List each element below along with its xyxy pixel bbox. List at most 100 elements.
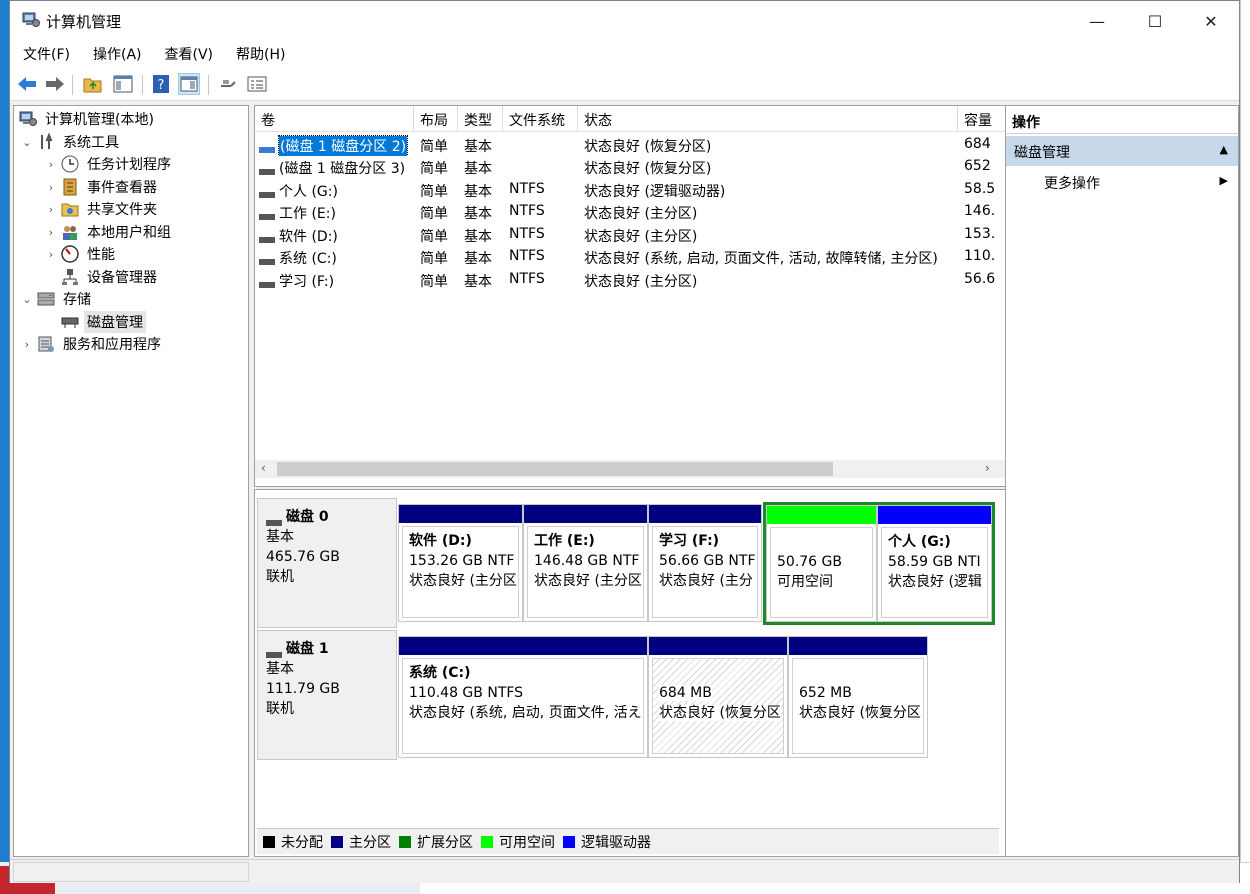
column-header-filesystem[interactable]: 文件系统 [503, 106, 578, 132]
tree-item-local-users[interactable]: › 本地用户和组 [44, 221, 174, 243]
chevron-right-icon[interactable]: › [44, 226, 58, 239]
volume-capacity: 153. [964, 226, 996, 242]
tools-icon [36, 133, 56, 151]
partition-color-bar [399, 637, 647, 655]
partition-block[interactable]: 工作 (E:) 146.48 GB NTF 状态良好 (主分区 [523, 504, 648, 622]
partition-block[interactable]: 系统 (C:) 110.48 GB NTFS 状态良好 (系统, 启动, 页面文件,… [398, 636, 648, 758]
partition-name: 工作 (E:) [534, 533, 595, 549]
tree-item-label: 事件查看器 [87, 180, 157, 196]
partition-block[interactable]: 652 MB 状态良好 (恢复分区 [788, 636, 928, 758]
partition-block[interactable]: 学习 (F:) 56.66 GB NTF 状态良好 (主分 [648, 504, 762, 622]
disk-icon [259, 164, 275, 175]
tree-item-system-tools[interactable]: ⌄ 系统工具 [20, 131, 122, 153]
partition-block[interactable]: 软件 (D:) 153.26 GB NTF 状态良好 (主分区 [398, 504, 523, 622]
tree-item-device-manager[interactable]: 设备管理器 [58, 266, 160, 288]
tree-item-event-viewer[interactable]: › 事件查看器 [44, 176, 160, 198]
menu-action[interactable]: 操作(A) [80, 41, 152, 67]
chevron-right-icon[interactable]: › [44, 158, 58, 171]
properties-icon[interactable] [246, 73, 268, 95]
column-header-layout[interactable]: 布局 [414, 106, 458, 132]
volume-row[interactable]: (磁盘 1 磁盘分区 2) 简单 基本 状态良好 (恢复分区) 684 [255, 134, 1005, 156]
show-hide-tree-icon[interactable] [112, 73, 134, 95]
column-header-type[interactable]: 类型 [458, 106, 503, 132]
chevron-down-icon[interactable]: ⌄ [20, 136, 34, 149]
volume-row[interactable]: 个人 (G:) 简单 基本 NTFS 状态良好 (逻辑驱动器) 58.5 [255, 179, 1005, 201]
collapse-up-icon[interactable]: ▲ [1220, 143, 1228, 156]
column-header-status[interactable]: 状态 [578, 106, 958, 132]
partition-block[interactable]: 50.76 GB 可用空间 [766, 505, 877, 622]
partition-block[interactable]: 684 MB 状态良好 (恢复分区 [648, 636, 788, 758]
disk-icon [266, 645, 282, 658]
menu-file[interactable]: 文件(F) [10, 41, 80, 67]
tree-item-disk-management[interactable]: 磁盘管理 [58, 311, 146, 333]
legend-label: 主分区 [349, 834, 391, 851]
volume-row[interactable]: 工作 (E:) 简单 基本 NTFS 状态良好 (主分区) 146. [255, 201, 1005, 223]
menu-bar: 文件(F) 操作(A) 查看(V) 帮助(H) [10, 41, 1239, 67]
horizontal-scrollbar[interactable]: ‹ › [255, 460, 1005, 478]
partition-status: 状态良好 (逻辑 [888, 574, 982, 590]
menu-help[interactable]: 帮助(H) [223, 41, 295, 67]
action-pane-icon[interactable] [178, 73, 200, 95]
storage-icon [36, 290, 56, 308]
volume-filesystem [503, 134, 578, 156]
tree-item-label: 磁盘管理 [84, 311, 146, 333]
disk-name: 磁盘 1 [286, 641, 329, 657]
chevron-down-icon[interactable]: ⌄ [20, 293, 34, 306]
connect-icon[interactable] [218, 73, 240, 95]
column-header-volume[interactable]: 卷 [255, 106, 414, 132]
volume-layout: 简单 [420, 139, 448, 155]
chevron-right-icon[interactable]: › [44, 248, 58, 261]
disk-graphical-view: 磁盘 0 基本 465.76 GB 联机 软件 (D:) 153.26 GB NT… [254, 489, 1006, 857]
volume-row[interactable]: 系统 (C:) 简单 基本 NTFS 状态良好 (系统, 启动, 页面文件, 活… [255, 246, 1005, 268]
scroll-left-icon[interactable]: ‹ [261, 461, 266, 475]
volume-capacity: 58.5 [964, 181, 996, 197]
volume-row[interactable]: (磁盘 1 磁盘分区 3) 简单 基本 状态良好 (恢复分区) 652 [255, 156, 1005, 178]
volume-row[interactable]: 学习 (F:) 简单 基本 NTFS 状态良好 (主分区) 56.6 [255, 269, 1005, 291]
desktop-background-right [1240, 0, 1250, 894]
volume-name: 个人 (G:) [279, 184, 338, 200]
legend-label: 逻辑驱动器 [581, 834, 651, 851]
volume-layout: 简单 [420, 251, 448, 267]
disk-status: 联机 [266, 701, 294, 717]
chevron-right-icon[interactable]: › [44, 203, 58, 216]
disk-management-pane: 卷 布局 类型 文件系统 状态 容量 (磁盘 1 磁盘分区 2) 简单 基本 状… [254, 105, 1006, 857]
back-arrow-icon[interactable] [16, 73, 38, 95]
volume-row[interactable]: 软件 (D:) 简单 基本 NTFS 状态良好 (主分区) 153. [255, 224, 1005, 246]
tree-item-services[interactable]: › 服务和应用程序 [20, 333, 164, 355]
close-button[interactable]: ✕ [1182, 1, 1240, 41]
chevron-right-icon[interactable]: › [20, 338, 34, 351]
tree-item-shared-folders[interactable]: › 共享文件夹 [44, 198, 160, 220]
more-actions-item[interactable]: 更多操作 ▶ [1006, 170, 1238, 194]
volume-status: 状态良好 (主分区) [584, 229, 698, 245]
status-bar [10, 859, 1239, 883]
partition-size: 153.26 GB NTF [409, 553, 515, 569]
partition-block[interactable]: 个人 (G:) 58.59 GB NTI 状态良好 (逻辑 [877, 505, 992, 622]
services-icon [36, 335, 56, 353]
minimize-button[interactable]: — [1068, 1, 1126, 41]
chevron-right-icon[interactable]: › [44, 181, 58, 194]
tree-item-storage[interactable]: ⌄ 存储 [20, 288, 94, 310]
actions-section-disk-management[interactable]: 磁盘管理 ▲ [1006, 136, 1238, 166]
tree-item-task-scheduler[interactable]: › 任务计划程序 [44, 153, 174, 175]
tree-item-label: 服务和应用程序 [63, 337, 161, 353]
disk-1-label[interactable]: 磁盘 1 基本 111.79 GB 联机 [257, 630, 397, 760]
tree-item-root[interactable]: 计算机管理(本地) [16, 108, 157, 130]
legend-swatch [563, 835, 575, 848]
forward-arrow-icon[interactable] [44, 73, 66, 95]
disk-management-icon [60, 313, 80, 331]
tree-item-label: 共享文件夹 [87, 202, 157, 218]
menu-view[interactable]: 查看(V) [152, 41, 224, 67]
minimize-icon: — [1089, 11, 1105, 31]
toolbar-separator [72, 75, 73, 95]
partition-color-bar [767, 506, 876, 524]
scroll-right-icon[interactable]: › [985, 461, 990, 475]
disk-0-label[interactable]: 磁盘 0 基本 465.76 GB 联机 [257, 498, 397, 628]
scrollbar-thumb[interactable] [277, 462, 833, 476]
partition-color-bar [789, 637, 927, 655]
up-folder-icon[interactable] [82, 73, 104, 95]
tree-item-performance[interactable]: › 性能 [44, 243, 118, 265]
help-icon[interactable]: ? [150, 73, 172, 95]
maximize-button[interactable]: ☐ [1126, 1, 1184, 41]
actions-pane: 操作 磁盘管理 ▲ 更多操作 ▶ [1005, 105, 1239, 857]
column-header-capacity[interactable]: 容量 [958, 106, 1005, 132]
